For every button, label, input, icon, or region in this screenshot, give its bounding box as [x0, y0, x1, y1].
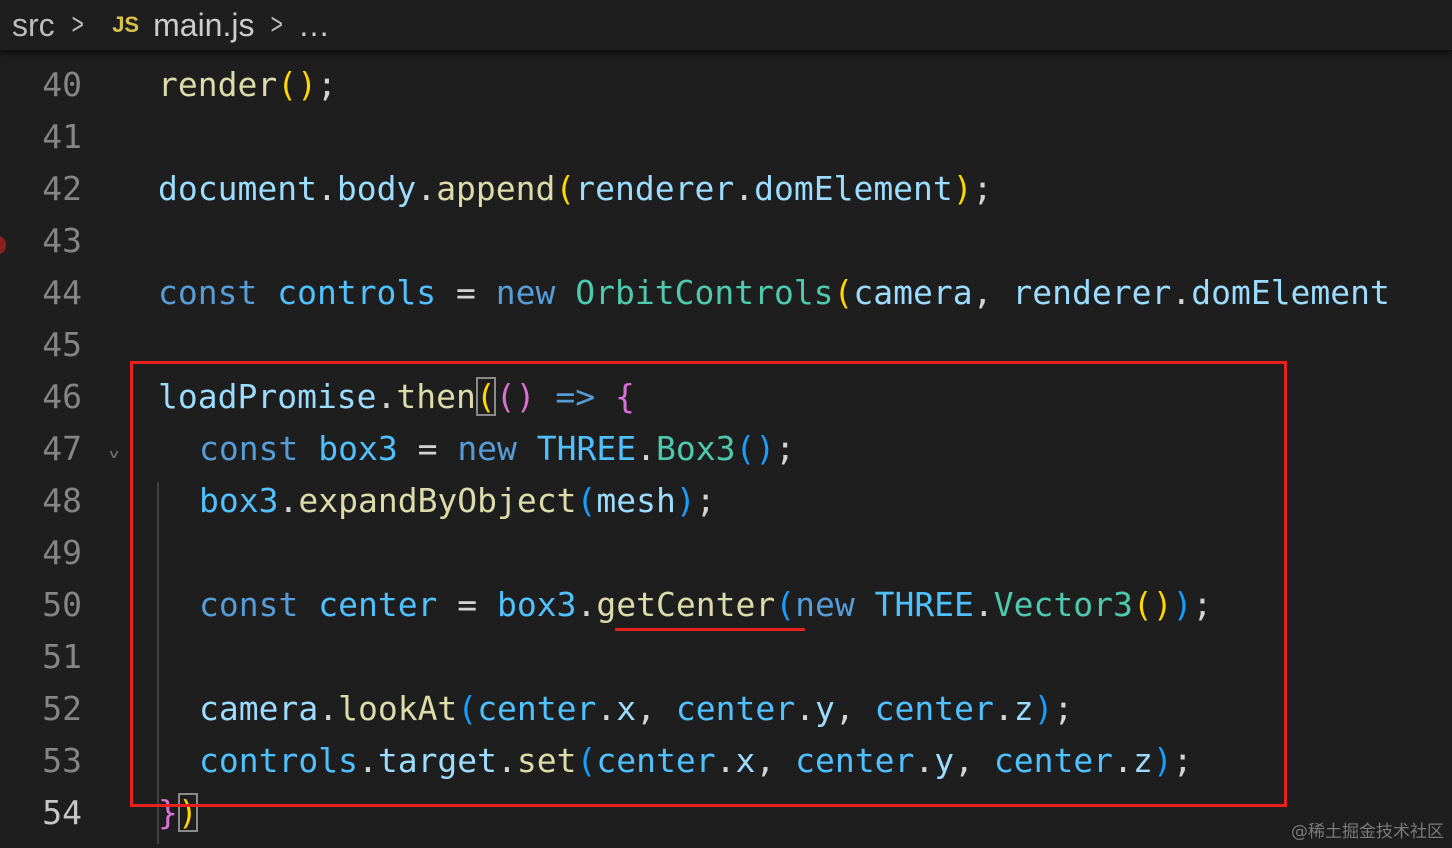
- code-line[interactable]: 43: [0, 214, 1452, 266]
- code-text: loadPromise.then(() => {: [158, 376, 635, 416]
- chevron-right-icon: >: [271, 8, 284, 41]
- line-number-active: 54: [42, 792, 82, 832]
- line-number: 53: [42, 740, 82, 780]
- code-text: camera.lookAt(center.x, center.y, center…: [199, 688, 1074, 728]
- line-number: 45: [42, 324, 82, 364]
- code-line[interactable]: 48 box3.expandByObject(mesh);: [0, 474, 1452, 526]
- code-line[interactable]: 40 render();: [0, 58, 1452, 110]
- code-text: const controls = new OrbitControls(camer…: [158, 272, 1390, 312]
- line-number: 42: [42, 168, 82, 208]
- code-text: document.body.append(renderer.domElement…: [158, 168, 993, 208]
- code-line[interactable]: 52 camera.lookAt(center.x, center.y, cen…: [0, 682, 1452, 734]
- chevron-right-icon: >: [71, 8, 84, 41]
- code-line[interactable]: 49: [0, 526, 1452, 578]
- code-line[interactable]: 45: [0, 318, 1452, 370]
- line-number: 52: [42, 688, 82, 728]
- watermark: @稀土掘金技术社区: [1291, 822, 1444, 842]
- code-text: controls.target.set(center.x, center.y, …: [199, 740, 1193, 780]
- code-text: render();: [158, 64, 337, 104]
- breadcrumb: src > JS main.js > …: [0, 0, 1452, 51]
- code-line[interactable]: 41: [0, 110, 1452, 162]
- code-line[interactable]: 50 const center = box3.getCenter(new THR…: [0, 578, 1452, 630]
- code-editor[interactable]: ∨ 40 render(); 41 42 document.body.appen…: [0, 58, 1452, 848]
- code-text: const center = box3.getCenter(new THREE.…: [199, 584, 1213, 624]
- line-number: 51: [42, 636, 82, 676]
- line-number: 50: [42, 584, 82, 624]
- breadcrumb-folder[interactable]: src: [12, 7, 55, 44]
- code-text: box3.expandByObject(mesh);: [199, 480, 716, 520]
- breadcrumb-file[interactable]: main.js: [153, 7, 254, 44]
- code-text: }): [158, 792, 198, 832]
- javascript-file-icon: JS: [112, 12, 140, 37]
- code-line[interactable]: 53 controls.target.set(center.x, center.…: [0, 734, 1452, 786]
- code-line[interactable]: 54 }): [0, 786, 1452, 838]
- line-number: 46: [42, 376, 82, 416]
- line-number: 47: [42, 428, 82, 468]
- code-line[interactable]: 51: [0, 630, 1452, 682]
- line-number: 44: [42, 272, 82, 312]
- code-text: const box3 = new THREE.Box3();: [199, 428, 796, 468]
- code-line[interactable]: 44 const controls = new OrbitControls(ca…: [0, 266, 1452, 318]
- breadcrumb-symbols[interactable]: …: [298, 7, 330, 44]
- annotation-underline: [615, 628, 805, 631]
- line-number: 49: [42, 532, 82, 572]
- line-number: 43: [42, 220, 82, 260]
- line-number: 41: [42, 116, 82, 156]
- code-line[interactable]: 47 const box3 = new THREE.Box3();: [0, 422, 1452, 474]
- line-number: 48: [42, 480, 82, 520]
- line-number: 40: [42, 64, 82, 104]
- code-line[interactable]: 42 document.body.append(renderer.domElem…: [0, 162, 1452, 214]
- code-line[interactable]: 46 loadPromise.then(() => {: [0, 370, 1452, 422]
